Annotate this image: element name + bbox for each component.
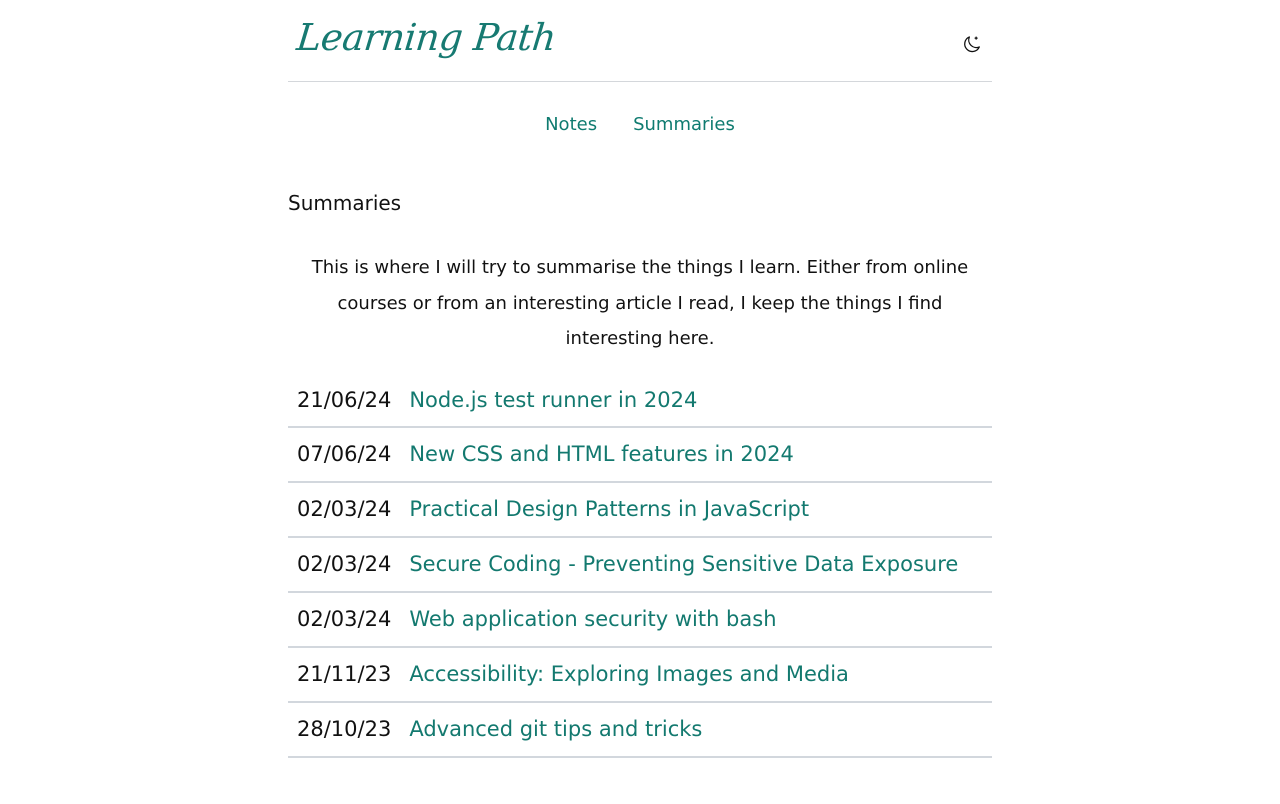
list-item: 02/03/24 Secure Coding - Preventing Sens… [288,538,992,593]
site-logo[interactable]: Learning Path [295,16,558,59]
summaries-list: 21/06/24 Node.js test runner in 2024 07/… [288,375,992,758]
moon-icon [964,36,980,53]
list-item: 02/03/24 Web application security with b… [288,593,992,648]
list-item: 02/03/24 Practical Design Patterns in Ja… [288,483,992,538]
summary-link[interactable]: Accessibility: Exploring Images and Medi… [409,662,849,686]
list-item: 28/10/23 Advanced git tips and tricks [288,703,992,758]
main-nav: Notes Summaries [288,82,992,170]
site-header: Learning Path [288,0,992,82]
summary-date: 07/06/24 [297,442,392,466]
summary-link[interactable]: Node.js test runner in 2024 [409,388,697,412]
summary-date: 21/11/23 [297,662,392,686]
nav-link-summaries[interactable]: Summaries [633,114,735,135]
summary-date: 02/03/24 [297,607,392,631]
list-item: 07/06/24 New CSS and HTML features in 20… [288,428,992,483]
summary-date: 21/06/24 [297,388,392,412]
nav-link-notes[interactable]: Notes [545,114,597,135]
summary-date: 02/03/24 [297,552,392,576]
page-intro: This is where I will try to summarise th… [311,257,969,349]
page-title: Summaries [288,191,402,215]
summary-link[interactable]: Advanced git tips and tricks [409,717,702,741]
summary-link[interactable]: New CSS and HTML features in 2024 [409,442,793,466]
summary-link[interactable]: Secure Coding - Preventing Sensitive Dat… [409,552,958,576]
page-container: Learning Path Notes Summaries Summaries … [288,0,992,758]
list-item: 21/11/23 Accessibility: Exploring Images… [288,648,992,703]
list-item: 21/06/24 Node.js test runner in 2024 [288,375,992,428]
summary-link[interactable]: Practical Design Patterns in JavaScript [409,497,809,521]
theme-toggle-button[interactable] [961,33,983,55]
summary-date: 28/10/23 [297,717,392,741]
summary-link[interactable]: Web application security with bash [409,607,776,631]
summary-date: 02/03/24 [297,497,392,521]
